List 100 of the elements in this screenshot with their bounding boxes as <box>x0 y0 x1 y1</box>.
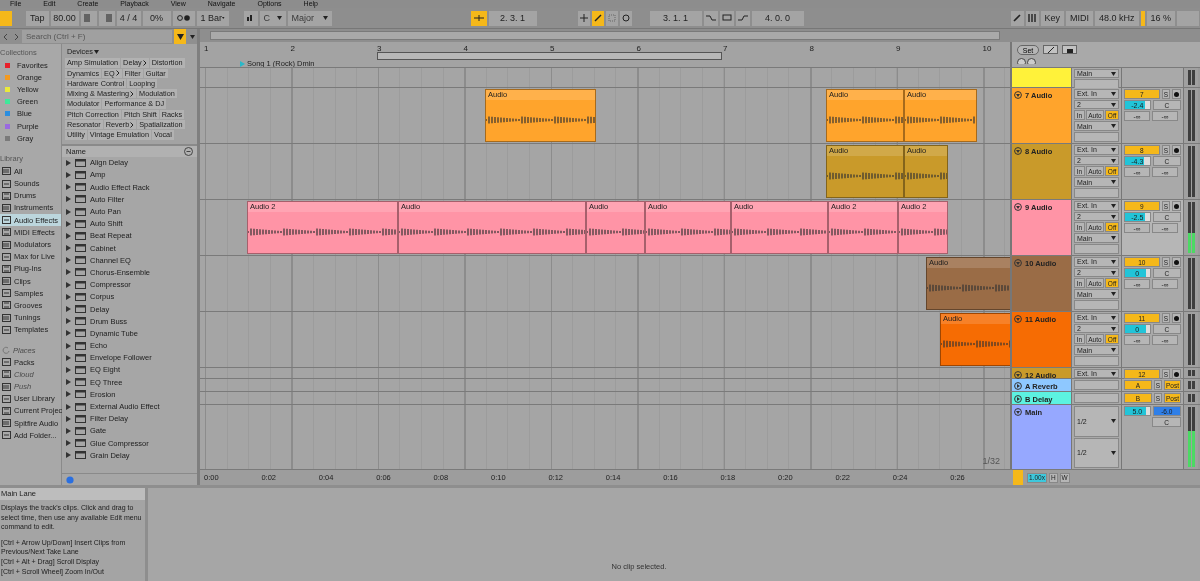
tempo-field[interactable]: 80.00 <box>50 10 79 26</box>
device-icon <box>75 280 86 289</box>
cpu-display[interactable]: 16 % <box>1146 10 1175 26</box>
scale-dropdown[interactable]: Major <box>287 10 332 26</box>
tap-button[interactable]: Tap <box>26 10 49 26</box>
device-icon <box>75 195 86 204</box>
chevron-icon <box>142 59 147 66</box>
fold-icon[interactable] <box>1014 147 1022 155</box>
nudge-icon[interactable] <box>80 10 97 26</box>
fold-icon[interactable] <box>1014 315 1022 323</box>
empty-field[interactable] <box>1074 380 1119 390</box>
piano-icon[interactable] <box>1025 10 1039 26</box>
library-icon <box>2 325 11 334</box>
device-icon <box>75 183 86 192</box>
library-icon <box>2 313 11 322</box>
midi-map-button[interactable]: MIDI <box>1066 10 1094 26</box>
status-dot-icon <box>66 475 74 484</box>
empty-field[interactable] <box>1074 244 1119 254</box>
device-icon <box>75 305 86 313</box>
punch-out-icon[interactable] <box>735 10 750 26</box>
device-icon <box>75 219 86 228</box>
arm-button[interactable] <box>1172 89 1181 99</box>
loop-brace[interactable] <box>377 52 722 60</box>
lock-icon[interactable] <box>1062 45 1077 54</box>
library-icon <box>2 394 11 403</box>
caret-icon <box>1111 326 1116 331</box>
metronome-icon[interactable] <box>172 10 195 26</box>
caret-icon <box>190 34 195 39</box>
search-field[interactable]: Search (Ctrl + F) <box>22 30 172 43</box>
forward-icon[interactable] <box>12 32 20 41</box>
library-icon <box>2 431 11 440</box>
loop-start-field[interactable]: 3. 1. 1 <box>649 10 702 26</box>
follow-icon[interactable] <box>470 10 487 26</box>
pencil-icon[interactable] <box>1043 45 1058 54</box>
fold-icon[interactable] <box>1014 395 1022 403</box>
arm-button[interactable] <box>1172 201 1181 211</box>
record-icon <box>1174 147 1179 153</box>
library-icon <box>2 358 11 367</box>
device-icon <box>75 451 86 460</box>
device-icon <box>75 426 86 435</box>
empty-field[interactable] <box>1074 300 1119 310</box>
key-map-button[interactable]: Key <box>1040 10 1065 26</box>
fold-icon[interactable] <box>1014 371 1022 379</box>
position-field[interactable]: 2. 3. 1 <box>488 10 537 26</box>
empty-field[interactable] <box>1074 393 1119 403</box>
punch-in-icon[interactable] <box>703 10 718 26</box>
device-icon <box>75 268 86 277</box>
pencil-icon[interactable] <box>1010 10 1024 26</box>
empty-field[interactable] <box>1074 356 1119 366</box>
caret-icon <box>1111 147 1116 152</box>
view-toggle-icon[interactable] <box>0 10 12 26</box>
fold-icon[interactable] <box>1014 203 1022 211</box>
loop-icon[interactable] <box>719 10 734 26</box>
arrows-icon[interactable] <box>1017 58 1037 64</box>
caret-icon <box>1111 259 1116 264</box>
filter-icon[interactable] <box>174 29 186 44</box>
caret-icon <box>222 16 225 20</box>
chevron-icon <box>130 90 135 97</box>
caret-icon <box>1111 450 1116 455</box>
caret-icon <box>1111 180 1116 185</box>
link-icon[interactable] <box>591 10 604 26</box>
library-icon <box>2 419 11 428</box>
more-icon[interactable] <box>184 146 193 156</box>
back-icon[interactable] <box>2 32 10 41</box>
empty-field[interactable] <box>1074 79 1119 89</box>
record-icon <box>1174 371 1179 377</box>
record-icon <box>1174 203 1179 209</box>
caret-icon <box>1111 158 1116 163</box>
arm-button[interactable] <box>1172 145 1181 155</box>
sample-rate-display: 48.0 kHz <box>1095 10 1139 26</box>
library-icon <box>2 370 11 379</box>
device-icon <box>75 365 86 374</box>
fold-icon[interactable] <box>1014 91 1022 99</box>
time-signature-field[interactable]: 4 / 4 <box>116 10 141 26</box>
caret-icon <box>93 49 99 54</box>
loop-length-field[interactable]: 4. 0. 0 <box>751 10 804 26</box>
groove-field[interactable]: 0% <box>142 10 171 26</box>
key-dropdown[interactable]: C <box>259 10 286 26</box>
record-icon <box>1174 91 1179 97</box>
record-icon <box>1174 315 1179 321</box>
fold-icon[interactable] <box>1014 408 1022 416</box>
arm-button[interactable] <box>1172 257 1181 267</box>
device-icon <box>75 439 86 448</box>
caret-icon <box>1111 371 1116 376</box>
arm-button[interactable] <box>1172 313 1181 323</box>
library-icon <box>2 240 11 249</box>
scale-icon[interactable] <box>243 10 258 26</box>
caret-icon <box>322 16 328 20</box>
chevron-icon <box>130 121 135 128</box>
library-icon <box>2 382 11 391</box>
empty-field[interactable] <box>1074 132 1119 142</box>
library-icon <box>2 179 11 188</box>
empty-field[interactable] <box>1074 188 1119 198</box>
grid-size-label: 1/32 <box>982 456 1000 466</box>
quantize-dropdown[interactable]: 1 Bar <box>196 10 229 26</box>
device-icon <box>75 170 86 179</box>
caret-icon <box>1111 270 1116 275</box>
nudge-icon[interactable] <box>98 10 115 26</box>
fold-icon[interactable] <box>1014 382 1022 390</box>
library-icon <box>2 191 11 200</box>
